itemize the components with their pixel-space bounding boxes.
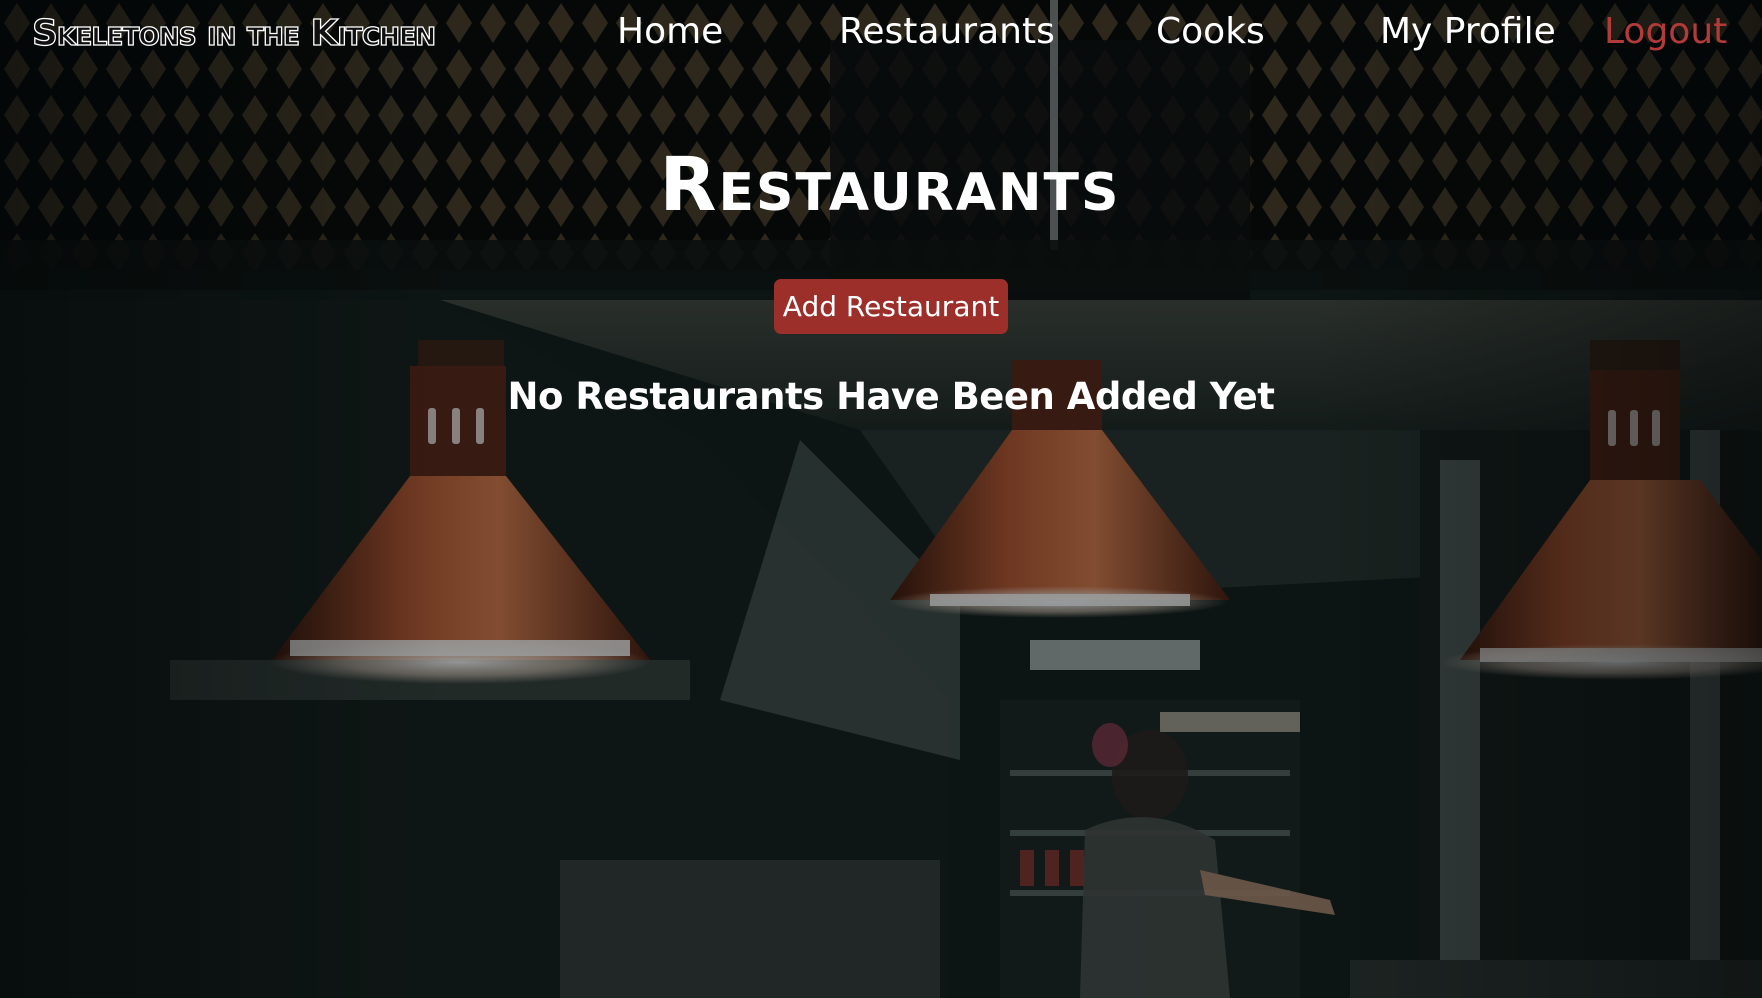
nav-link-restaurants[interactable]: Restaurants <box>839 14 1055 50</box>
nav-link-my-profile[interactable]: My Profile <box>1380 14 1556 50</box>
nav-link-logout[interactable]: Logout <box>1604 14 1727 50</box>
add-restaurant-button[interactable]: Add Restaurant <box>774 279 1008 334</box>
navbar: Skeletons in the Kitchen Home Restaurant… <box>0 0 1762 80</box>
nav-link-home[interactable]: Home <box>617 14 723 50</box>
page: Skeletons in the Kitchen Home Restaurant… <box>0 0 1762 998</box>
empty-state-message: No Restaurants Have Been Added Yet <box>507 375 1275 418</box>
site-logo[interactable]: Skeletons in the Kitchen <box>31 15 436 52</box>
nav-link-cooks[interactable]: Cooks <box>1156 14 1265 50</box>
page-title: Restaurants <box>659 142 1121 228</box>
